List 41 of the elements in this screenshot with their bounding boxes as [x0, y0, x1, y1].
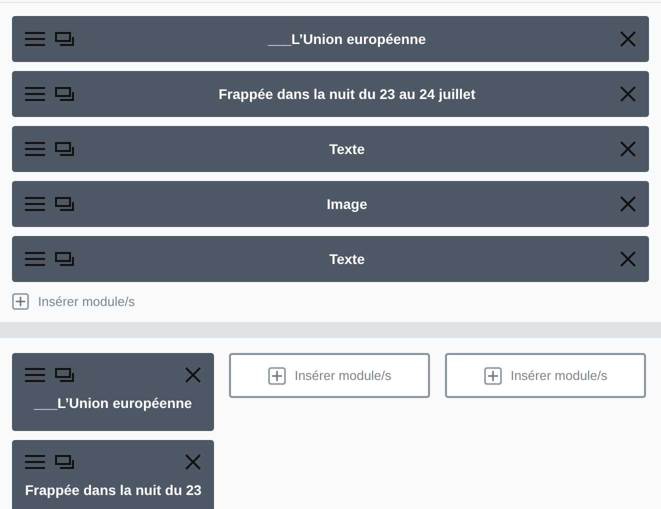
- module-title: Texte: [328, 250, 366, 268]
- add-icon[interactable]: [12, 293, 29, 310]
- close-icon[interactable]: [620, 141, 636, 157]
- module-title: ___L’Union européenne: [32, 394, 193, 413]
- menu-icon[interactable]: [25, 142, 45, 156]
- insert-module-button[interactable]: Insérer module/s: [445, 353, 646, 398]
- duplicate-icon[interactable]: [55, 455, 74, 469]
- module-title: Frappée dans la nuit du 23 au 24 juillet: [218, 84, 476, 104]
- module-card[interactable]: Frappée dans la nuit du 23: [12, 440, 214, 509]
- menu-icon[interactable]: [25, 197, 45, 211]
- module-bar[interactable]: Frappée dans la nuit du 23 au 24 juillet: [12, 71, 649, 117]
- close-icon[interactable]: [185, 454, 201, 470]
- module-title: Frappée dans la nuit du 23: [25, 481, 201, 500]
- duplicate-icon[interactable]: [55, 87, 74, 101]
- menu-icon[interactable]: [25, 368, 45, 382]
- module-title: ___L’Union européenne: [266, 30, 427, 49]
- add-icon[interactable]: [268, 366, 286, 384]
- close-icon[interactable]: [620, 31, 636, 47]
- close-icon[interactable]: [620, 196, 636, 212]
- add-icon[interactable]: [484, 366, 502, 384]
- insert-module-link[interactable]: Insérer module/s: [38, 292, 135, 312]
- duplicate-icon[interactable]: [55, 142, 74, 156]
- close-icon[interactable]: [620, 251, 636, 267]
- module-bar[interactable]: ___L’Union européenne: [12, 16, 649, 62]
- module-card[interactable]: ___L’Union européenne: [12, 353, 214, 431]
- duplicate-icon[interactable]: [55, 197, 74, 211]
- module-bar[interactable]: Image: [12, 181, 649, 227]
- close-icon[interactable]: [620, 86, 636, 102]
- menu-icon[interactable]: [25, 87, 45, 101]
- duplicate-icon[interactable]: [55, 32, 74, 46]
- menu-icon[interactable]: [25, 252, 45, 266]
- close-icon[interactable]: [185, 367, 201, 383]
- menu-icon[interactable]: [25, 32, 45, 46]
- module-bar[interactable]: Texte: [12, 126, 649, 172]
- module-title: Image: [326, 194, 368, 214]
- duplicate-icon[interactable]: [55, 368, 74, 382]
- module-bar[interactable]: Texte: [12, 236, 649, 282]
- duplicate-icon[interactable]: [55, 252, 74, 266]
- module-title: Texte: [328, 140, 366, 158]
- insert-module-button[interactable]: Insérer module/s: [229, 353, 430, 398]
- menu-icon[interactable]: [25, 455, 45, 469]
